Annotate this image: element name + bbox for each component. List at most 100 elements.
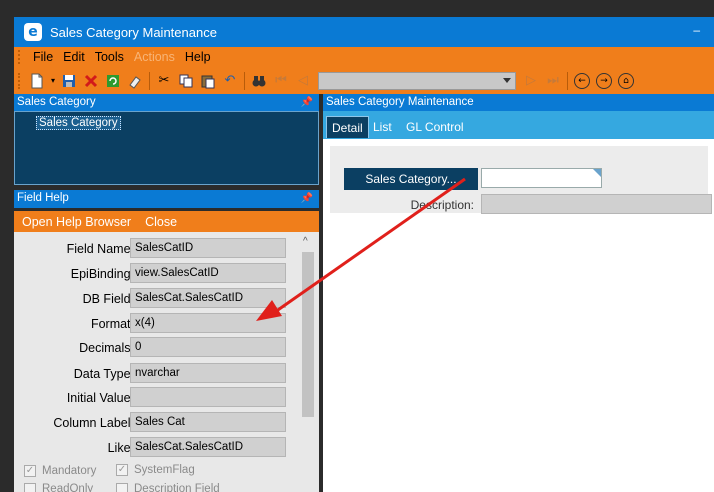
field-help-label: Decimals: [79,341,134,355]
sales-category-pane-header: Sales Category 📌 [14,94,319,111]
scrollbar-thumb[interactable] [302,252,314,417]
field-help-pane-header: Field Help 📌 [14,190,319,208]
pin-icon[interactable]: 📌 [301,94,313,111]
tab-strip: Detail List GL Control [323,111,714,139]
toolbar-grip [18,72,22,89]
tab-gl-control[interactable]: GL Control [401,116,469,138]
field-help-toolbar: Open Help Browser Close [14,211,319,232]
field-help-label: Field Name: [66,242,134,256]
field-help-value[interactable]: x(4) [130,313,286,333]
field-help-row: Decimals: 0 [14,337,304,359]
delete-icon[interactable] [80,70,102,92]
menu-help[interactable]: Help [180,50,216,64]
next-record-icon: ▷ [526,73,536,88]
save-icon[interactable] [58,70,80,92]
undo-icon[interactable]: ↶ [219,70,241,92]
menu-actions: Actions [133,50,175,64]
chevron-down-icon [503,77,511,83]
title-bar: e Sales Category Maintenance – [14,17,714,47]
refresh-icon[interactable] [102,70,124,92]
sales-category-button[interactable]: Sales Category... [344,168,478,190]
field-help-row: Field Name: SalesCatID [14,238,304,260]
paste-icon[interactable] [197,70,219,92]
readonly-checkbox[interactable]: ReadOnly [24,483,93,492]
menu-grip [18,50,22,64]
sales-category-tree: Sales Category [14,111,319,185]
field-help-scrollbar[interactable]: ^ [300,232,317,492]
first-record-icon: ⏮ [275,73,287,88]
menu-file[interactable]: File [28,50,58,64]
field-help-value[interactable]: Sales Cat [130,412,286,432]
sales-category-group: Sales Category... Description: [330,146,712,214]
field-help-title: Field Help [17,192,69,204]
field-help-value[interactable]: 0 [130,337,286,357]
record-selector-combo[interactable] [318,71,516,90]
checkbox-label: SystemFlag [134,464,195,476]
field-help-row: Data Type: nvarchar [14,363,304,385]
last-record-icon: ⏭ [547,73,559,88]
previous-record-icon: ◁ [298,73,308,88]
field-help-label: DB Field: [82,292,134,306]
chevron-up-icon[interactable]: ^ [303,236,308,247]
checkbox-check-icon: ✓ [116,464,128,476]
copy-icon[interactable] [175,70,197,92]
dropdown-arrow-icon[interactable]: ▾ [48,70,58,92]
checkbox-label: Mandatory [42,465,97,477]
description-field-checkbox[interactable]: Description Field [116,483,220,492]
toolbar: ▾ ✂ ↶ ⏮ ◁ ▷ ⏭ ← → ⌂ [14,67,714,94]
detail-content: Sales Category... Description: [323,139,714,492]
mandatory-checkbox[interactable]: ✓ Mandatory [24,465,96,477]
field-help-body: Field Name: SalesCatID EpiBinding: view.… [14,232,319,492]
description-input[interactable] [481,194,712,214]
field-help-row: Format: x(4) [14,313,304,335]
field-help-value[interactable] [130,387,286,407]
menu-edit[interactable]: Edit [58,50,90,64]
field-help-label: Format: [90,317,134,331]
minimize-button[interactable]: – [693,23,700,37]
pin-icon[interactable]: 📌 [301,190,313,207]
field-help-label: Initial Value: [66,391,134,405]
field-help-value[interactable]: SalesCat.SalesCatID [130,288,286,308]
toolbar-separator [149,71,150,90]
tab-list[interactable]: List [368,116,397,138]
field-help-label: Column Label: [53,416,134,430]
new-icon[interactable] [26,70,48,92]
tab-detail[interactable]: Detail [326,116,369,138]
field-help-row: EpiBinding: view.SalesCatID [14,263,304,285]
field-help-value[interactable]: SalesCat.SalesCatID [130,437,286,457]
required-corner-marker [593,169,601,177]
field-help-value[interactable]: nvarchar [130,363,286,383]
clear-icon[interactable] [124,70,146,92]
checkbox-label: Description Field [134,483,220,492]
application-window: e Sales Category Maintenance – File Edit… [0,0,714,492]
systemflag-checkbox[interactable]: ✓ SystemFlag [116,464,195,476]
app-logo-icon: e [24,23,42,41]
forward-icon[interactable]: → [593,70,615,92]
field-help-label: EpiBinding: [70,267,134,281]
description-label: Description: [410,198,474,212]
toolbar-separator [244,71,245,90]
sales-category-input[interactable] [481,168,602,188]
field-help-value[interactable]: view.SalesCatID [130,263,286,283]
toolbar-separator [567,71,568,90]
menu-bar: File Edit Tools Actions Help [14,47,714,67]
field-help-value[interactable]: SalesCatID [130,238,286,258]
menu-tools[interactable]: Tools [90,50,129,64]
open-help-browser-link[interactable]: Open Help Browser [22,215,131,229]
sales-category-pane-title: Sales Category [17,96,96,108]
home-icon[interactable]: ⌂ [615,70,637,92]
field-help-row: DB Field: SalesCat.SalesCatID [14,288,304,310]
back-icon[interactable]: ← [571,70,593,92]
search-binoculars-icon[interactable] [248,70,270,92]
window-title: Sales Category Maintenance [50,24,217,40]
field-help-label: Data Type: [73,367,134,381]
maintenance-pane-title: Sales Category Maintenance [326,96,474,108]
maintenance-pane-header: Sales Category Maintenance [323,94,714,111]
checkbox-check-icon: ✓ [24,465,36,477]
cut-icon[interactable]: ✂ [153,70,175,92]
field-help-row: Column Label: Sales Cat [14,412,304,434]
close-help-link[interactable]: Close [145,215,177,229]
tree-item-sales-category[interactable]: Sales Category [36,116,121,130]
checkbox-label: ReadOnly [42,483,94,492]
field-help-row: Initial Value: [14,387,304,409]
